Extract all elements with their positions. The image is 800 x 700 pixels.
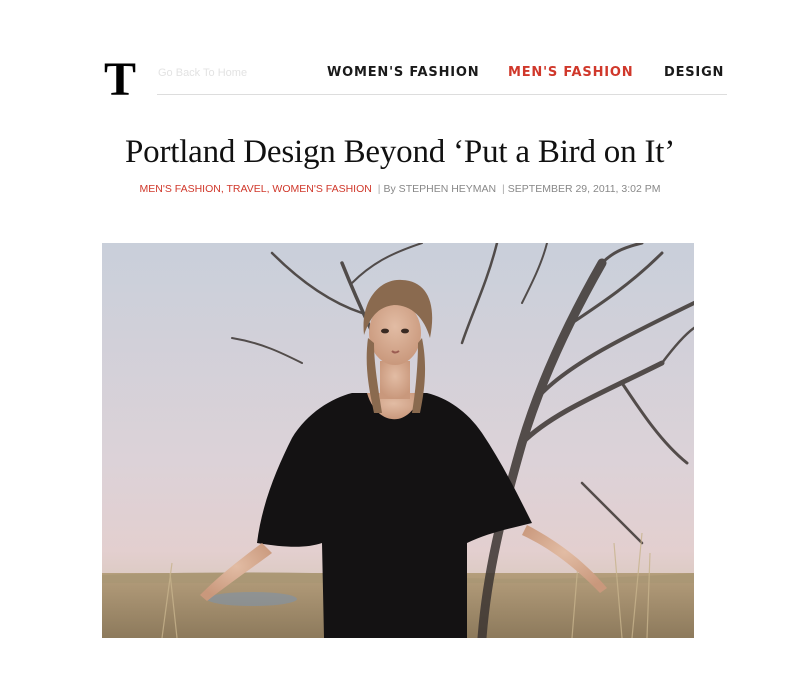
- go-back-home-link[interactable]: Go Back To Home: [158, 67, 247, 79]
- article-date: SEPTEMBER 29, 2011, 3:02 PM: [507, 183, 661, 195]
- nav-design[interactable]: DESIGN: [664, 65, 724, 80]
- nav-womens-fashion[interactable]: WOMEN'S FASHION: [327, 65, 479, 80]
- meta-separator: |: [502, 183, 505, 195]
- category-link-womens-fashion[interactable]: WOMEN'S FASHION: [272, 183, 371, 195]
- article-meta: MEN'S FASHION, TRAVEL, WOMEN'S FASHION |…: [139, 183, 661, 195]
- article-title: Portland Design Beyond ‘Put a Bird on It…: [125, 134, 675, 170]
- hero-photo: [102, 243, 694, 638]
- article-author: By STEPHEN HEYMAN: [383, 183, 497, 195]
- header-divider: [157, 94, 727, 95]
- nav-mens-fashion[interactable]: MEN'S FASHION: [508, 65, 633, 80]
- meta-separator: |: [377, 183, 381, 195]
- category-link-travel[interactable]: TRAVEL: [227, 183, 267, 195]
- category-link-mens-fashion[interactable]: MEN'S FASHION: [139, 183, 220, 195]
- logo-letter: T: [104, 55, 136, 105]
- nyt-t-logo-icon[interactable]: T: [100, 55, 140, 105]
